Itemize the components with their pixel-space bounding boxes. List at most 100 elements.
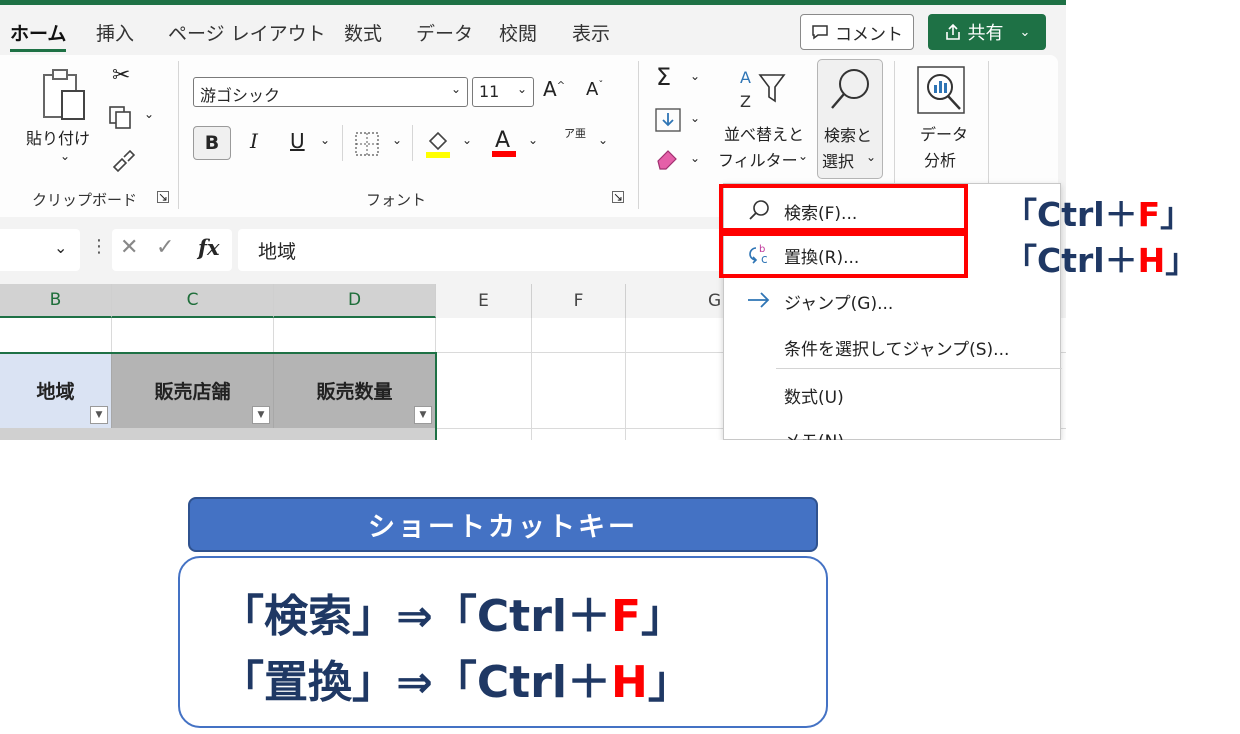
underline-button[interactable]: U: [290, 129, 305, 153]
shortcut-callout-replace: 「Ctrl＋H」: [1004, 234, 1198, 282]
shortcut-prefix: 「Ctrl＋: [1004, 241, 1138, 280]
tab-review[interactable]: 校閲: [499, 19, 537, 46]
copy-icon[interactable]: [108, 105, 136, 131]
card-line-find: 「検索」⇒「Ctrl＋F」: [220, 580, 685, 644]
share-label: 共有: [967, 23, 1004, 44]
share-button[interactable]: 共有 ⌄: [928, 14, 1046, 50]
card-line-suffix: 」: [647, 657, 692, 708]
card-line-replace: 「置換」⇒「Ctrl＋H」: [220, 646, 692, 710]
shortcut-prefix: 「Ctrl＋: [1004, 195, 1138, 234]
formula-buttons: ✕ ✓ fx: [112, 229, 232, 271]
highlight-find-box: [719, 184, 968, 232]
card-line-suffix: 」: [641, 591, 686, 642]
menu-item-label: ジャンプ(G)...: [784, 294, 894, 314]
tab-view[interactable]: 表示: [572, 19, 610, 46]
chevron-down-icon[interactable]: ⌄: [798, 149, 808, 163]
font-name-value: 游ゴシック: [200, 86, 281, 105]
tab-home[interactable]: ホーム: [10, 19, 67, 52]
chevron-down-icon: ⌄: [450, 82, 461, 96]
chevron-down-icon[interactable]: ⌄: [598, 133, 608, 147]
more-options-icon[interactable]: ⋮: [90, 236, 108, 257]
autosum-icon[interactable]: Σ: [656, 63, 671, 91]
cut-icon[interactable]: ✂: [112, 63, 130, 88]
comment-icon: [812, 25, 828, 40]
clipboard-group-label: クリップボード: [32, 191, 138, 209]
chevron-down-icon[interactable]: ⌄: [528, 133, 538, 147]
font-size-value: 11: [479, 82, 500, 101]
sort-filter-label-2[interactable]: フィルター: [718, 147, 798, 171]
magnifier-icon: [831, 69, 869, 109]
menu-item-goto-special[interactable]: 条件を選択してジャンプ(S)...: [724, 324, 1062, 368]
grid-line: [531, 318, 532, 440]
column-header-c[interactable]: C: [112, 284, 274, 318]
grid-line: [625, 318, 626, 440]
svg-text:A: A: [495, 128, 510, 153]
enter-check-icon[interactable]: ✓: [156, 235, 174, 260]
borders-icon[interactable]: [354, 131, 380, 157]
chevron-down-icon[interactable]: ⌄: [690, 151, 700, 165]
clear-eraser-icon[interactable]: [654, 147, 682, 171]
analyze-data-icon[interactable]: [914, 63, 968, 117]
share-icon: [945, 23, 960, 40]
menu-item-label: 条件を選択してジャンプ(S)...: [784, 340, 1010, 360]
find-select-label-2: 選択: [822, 152, 855, 171]
chevron-down-icon[interactable]: ⌄: [690, 111, 700, 125]
chevron-down-icon[interactable]: ⌄: [392, 133, 402, 147]
column-header-d[interactable]: D: [274, 284, 436, 318]
analyze-data-label-2[interactable]: 分析: [924, 147, 956, 171]
sort-filter-icon[interactable]: AZ: [738, 63, 790, 115]
analyze-data-label-1[interactable]: データ: [920, 121, 968, 145]
column-header-b[interactable]: B: [0, 284, 112, 318]
chevron-down-icon[interactable]: ⌄: [462, 133, 472, 147]
chevron-down-icon[interactable]: ⌄: [690, 69, 700, 83]
dialog-launcher-icon[interactable]: ↘: [612, 191, 624, 203]
bold-button[interactable]: B: [193, 126, 231, 160]
shortcut-suffix: 」: [1160, 195, 1194, 234]
card-title: ショートカットキー: [188, 497, 818, 552]
fill-color-icon[interactable]: [424, 127, 452, 159]
chevron-down-icon[interactable]: ⌄: [320, 133, 330, 147]
paste-icon[interactable]: [42, 67, 88, 121]
selection-border: [0, 352, 437, 440]
find-select-button[interactable]: 検索と 選択 ⌄: [817, 59, 883, 179]
divider: [342, 125, 343, 161]
divider: [412, 125, 413, 161]
tab-insert[interactable]: 挿入: [96, 19, 134, 46]
font-size-select[interactable]: 11 ⌄: [472, 77, 534, 107]
dialog-launcher-icon[interactable]: ↘: [157, 191, 169, 203]
chevron-down-icon[interactable]: ⌄: [60, 149, 70, 163]
shortcut-key: F: [1137, 195, 1161, 234]
column-header-e[interactable]: E: [436, 284, 532, 318]
menu-item-goto[interactable]: ジャンプ(G)...: [724, 278, 1062, 322]
comment-button[interactable]: コメント: [800, 14, 914, 50]
menu-item-formulas[interactable]: 数式(U): [724, 372, 1062, 416]
format-painter-icon[interactable]: [110, 147, 136, 173]
fill-down-icon[interactable]: [654, 107, 682, 133]
increase-font-size-icon[interactable]: A^: [543, 77, 565, 101]
shortcut-card: 「検索」⇒「Ctrl＋F」 「置換」⇒「Ctrl＋H」: [178, 556, 828, 728]
phonetic-guide-icon[interactable]: ア亜: [564, 127, 586, 140]
decrease-font-size-icon[interactable]: Aˇ: [586, 79, 603, 100]
menu-divider: [776, 368, 1062, 369]
font-group-label: フォント: [366, 191, 427, 209]
italic-button[interactable]: I: [250, 129, 258, 153]
paste-label[interactable]: 貼り付け: [26, 125, 90, 149]
tab-data[interactable]: データ: [416, 19, 473, 46]
menu-item-notes[interactable]: メモ(N): [724, 416, 1062, 440]
column-header-f[interactable]: F: [532, 284, 626, 318]
font-color-icon[interactable]: A: [490, 125, 518, 159]
chevron-down-icon[interactable]: ⌄: [144, 107, 154, 121]
font-name-select[interactable]: 游ゴシック ⌄: [193, 77, 468, 107]
name-box[interactable]: ⌄: [0, 229, 80, 271]
sort-filter-label-1[interactable]: 並べ替えと: [724, 121, 804, 145]
svg-text:A: A: [740, 68, 751, 87]
comment-label: コメント: [835, 24, 903, 45]
cancel-icon[interactable]: ✕: [120, 235, 138, 260]
shortcut-key: H: [1137, 241, 1166, 280]
arrow-right-icon: [748, 292, 770, 308]
card-line-prefix: 「検索」⇒「Ctrl＋: [220, 591, 611, 642]
insert-function-icon[interactable]: fx: [198, 235, 220, 260]
ribbon-tabs: ホーム 挿入 ページ レイアウト 数式 データ 校閲 表示 コメント 共有 ⌄: [0, 5, 1066, 55]
tab-page-layout[interactable]: ページ レイアウト: [168, 19, 326, 46]
tab-formulas[interactable]: 数式: [344, 19, 382, 46]
